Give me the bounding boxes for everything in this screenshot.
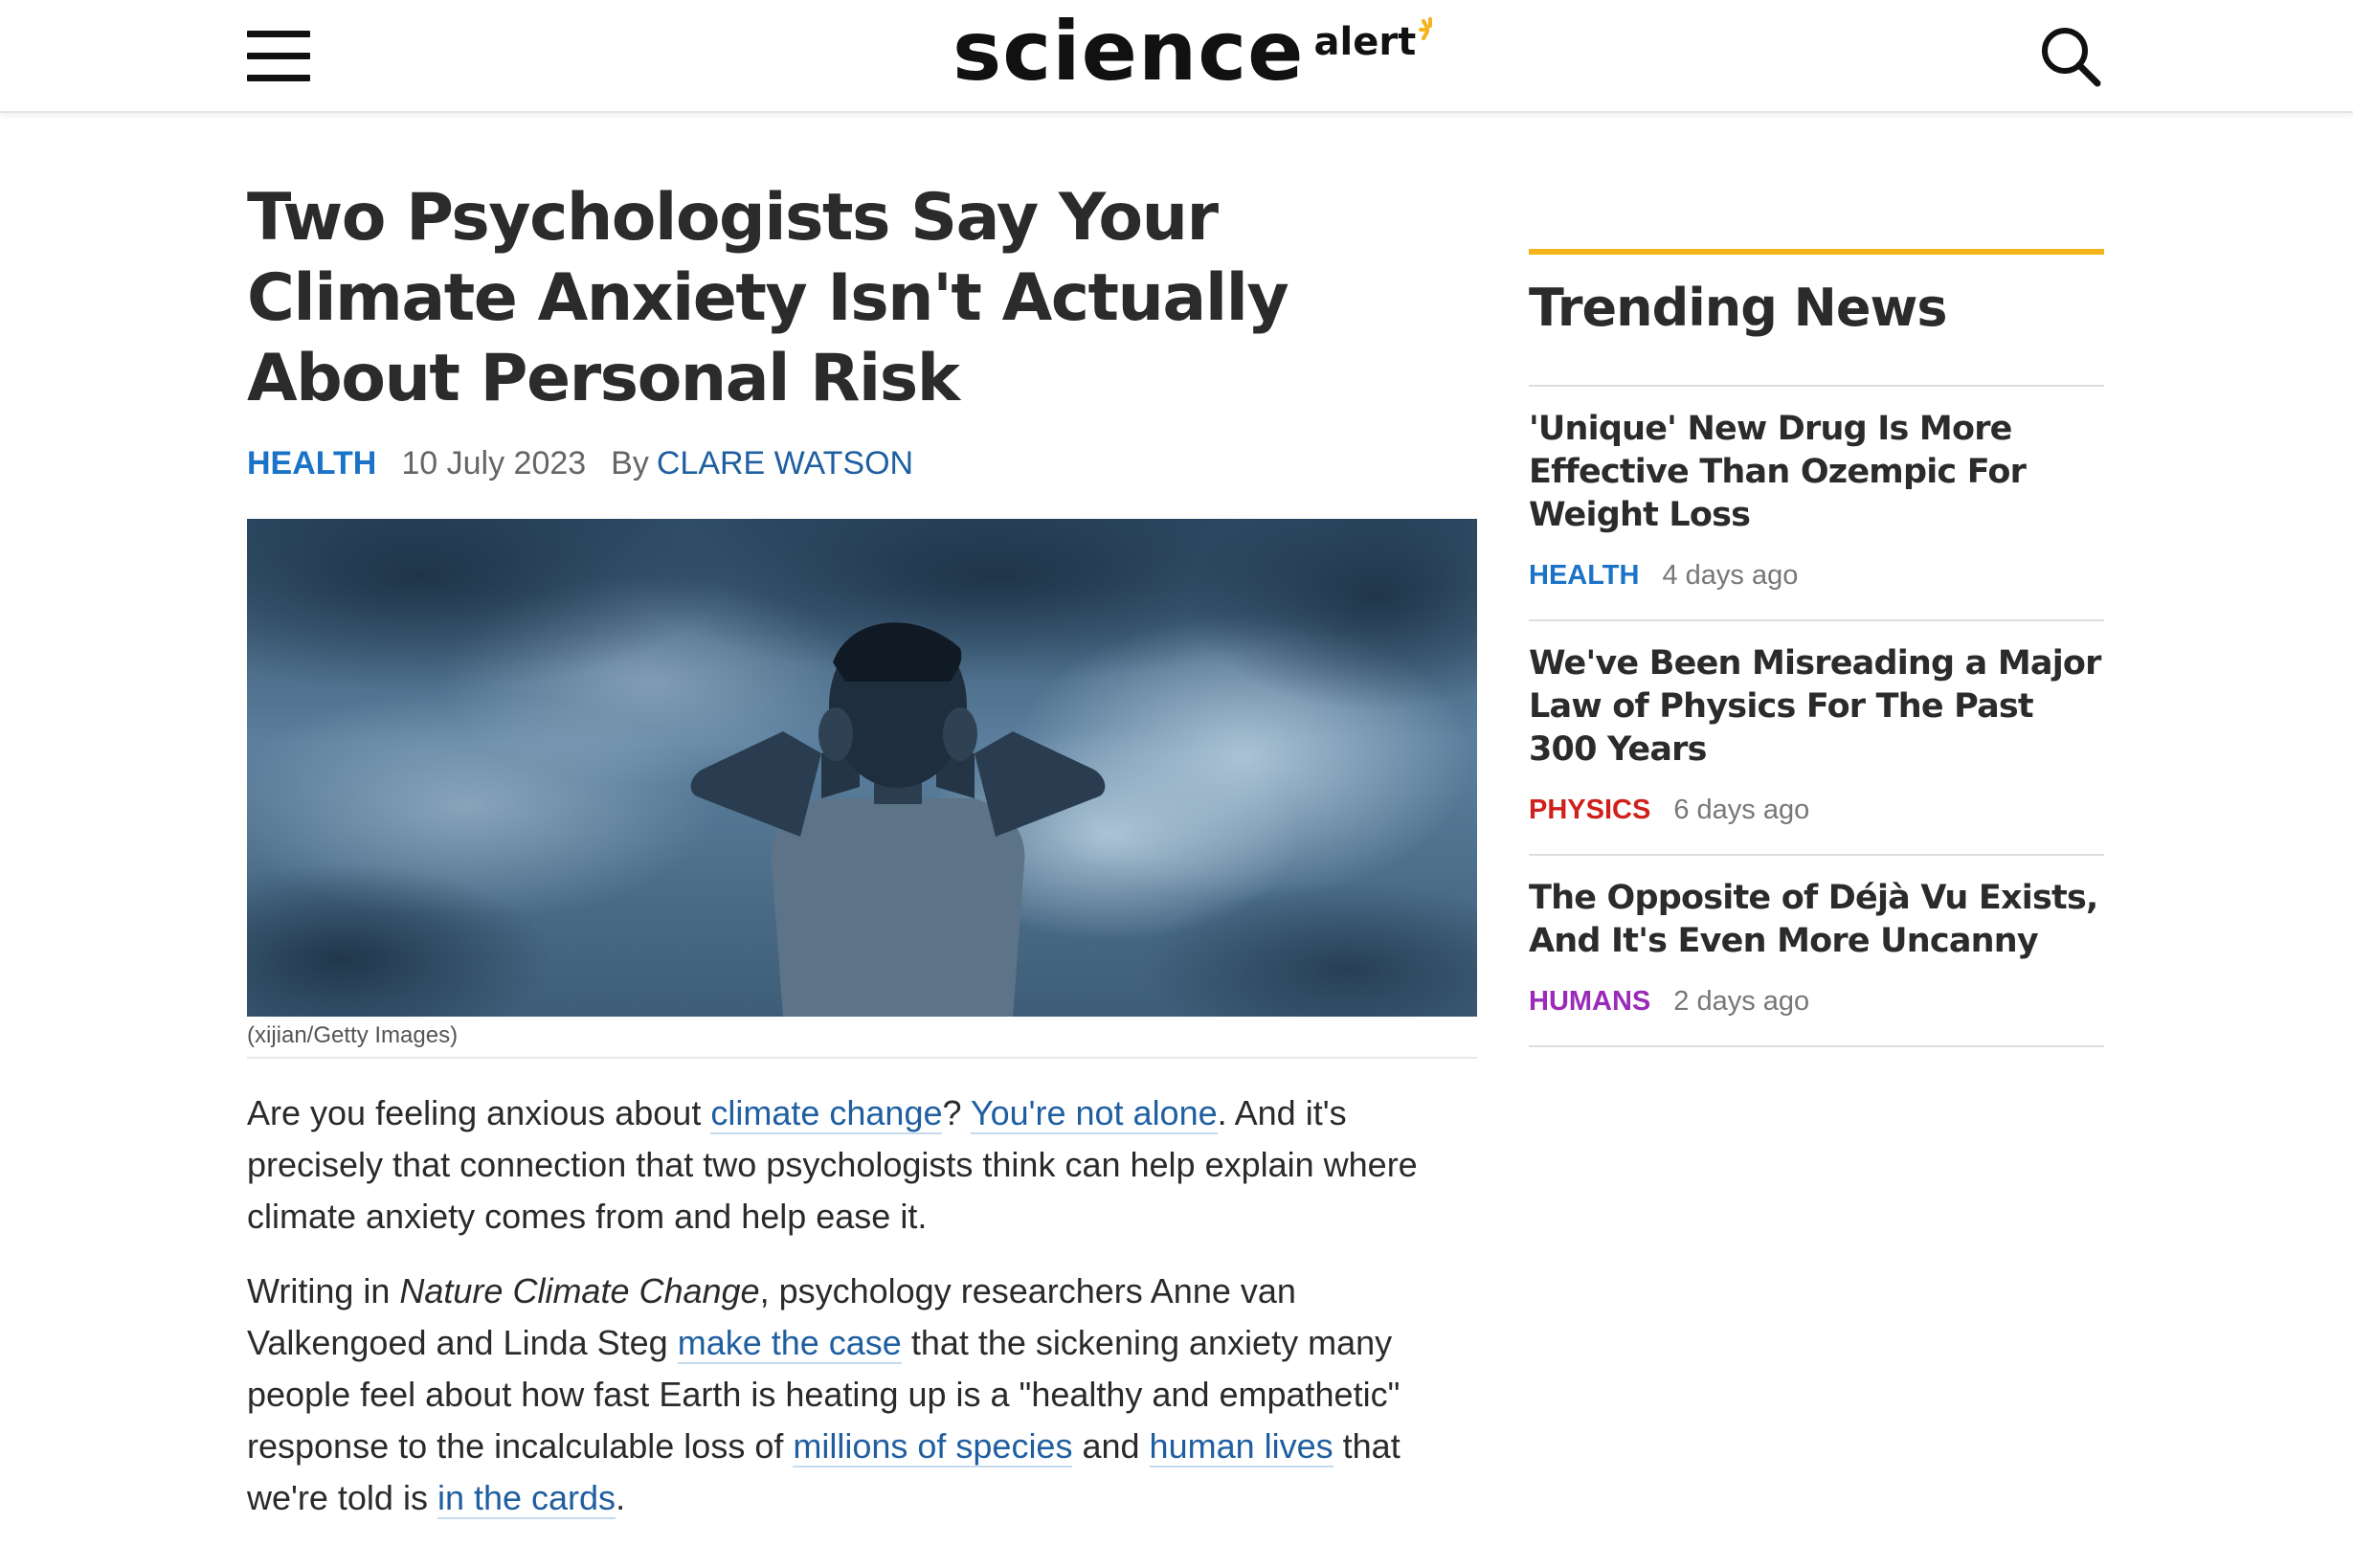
trending-item-meta: HEALTH 4 days ago <box>1529 558 2104 593</box>
inline-link[interactable]: make the case <box>677 1323 902 1364</box>
trending-list: 'Unique' New Drug Is More Effective Than… <box>1529 385 2104 1047</box>
article-body: Are you feeling anxious about climate ch… <box>247 1087 1477 1524</box>
inline-link[interactable]: in the cards <box>437 1478 616 1519</box>
trending-item-category[interactable]: HUMANS <box>1529 984 1650 1019</box>
inline-link[interactable]: climate change <box>710 1093 943 1134</box>
paragraph-text: Are you feeling anxious about <box>247 1093 711 1132</box>
trending-item-time: 4 days ago <box>1662 560 1799 591</box>
trending-item-title[interactable]: 'Unique' New Drug Is More Effective Than… <box>1529 408 2104 537</box>
byline-label: By <box>611 445 649 482</box>
trending-item-meta: PHYSICS 6 days ago <box>1529 793 2104 827</box>
sidebar-accent-bar <box>1529 249 2104 255</box>
sidebar-heading: Trending News <box>1529 278 1948 338</box>
trending-item-category[interactable]: HEALTH <box>1529 558 1639 593</box>
search-icon[interactable] <box>2039 25 2102 88</box>
image-caption: (xijian/Getty Images) <box>247 1022 1477 1059</box>
trending-item[interactable]: 'Unique' New Drug Is More Effective Than… <box>1529 387 2104 621</box>
trending-item-title[interactable]: The Opposite of Déjà Vu Exists, And It's… <box>1529 877 2104 963</box>
trending-item-category[interactable]: PHYSICS <box>1529 793 1650 827</box>
trending-item-time: 2 days ago <box>1673 986 1810 1017</box>
inline-link[interactable]: human lives <box>1149 1426 1333 1467</box>
journal-name: Nature Climate Change <box>399 1271 760 1310</box>
article-category-link[interactable]: HEALTH <box>247 442 376 484</box>
search-icon-graphic <box>2042 28 2101 87</box>
trending-item-title[interactable]: We've Been Misreading a Major Law of Phy… <box>1529 642 2104 772</box>
menu-line <box>247 53 310 59</box>
author-link[interactable]: CLARE WATSON <box>657 442 913 484</box>
article-title: Two Psychologists Say Your Climate Anxie… <box>247 180 1289 416</box>
paragraph-text: . <box>616 1478 626 1517</box>
paragraph-text: and <box>1072 1426 1150 1466</box>
hero-image <box>247 519 1477 1017</box>
menu-line <box>247 75 310 81</box>
trending-sidebar: Trending News 'Unique' New Drug Is More … <box>1529 249 2104 1047</box>
paragraph-text: Writing in <box>247 1271 400 1310</box>
trending-item[interactable]: The Opposite of Déjà Vu Exists, And It's… <box>1529 856 2104 1047</box>
inline-link[interactable]: millions of species <box>793 1426 1073 1467</box>
menu-line <box>247 31 310 37</box>
trending-item-time: 6 days ago <box>1673 795 1810 825</box>
inline-link[interactable]: You're not alone <box>970 1093 1218 1134</box>
site-header: science alert <box>0 0 2353 113</box>
logo-sub-text: alert <box>1313 20 1417 64</box>
article: Two Psychologists Say Your Climate Anxie… <box>247 178 1477 1547</box>
paragraph: Writing in Nature Climate Change, psycho… <box>247 1266 1477 1524</box>
paragraph: Are you feeling anxious about climate ch… <box>247 1087 1477 1243</box>
paragraph-text: ? <box>942 1093 971 1132</box>
site-logo[interactable]: science alert <box>952 4 1443 100</box>
trending-item-meta: HUMANS 2 days ago <box>1529 984 2104 1019</box>
article-meta: HEALTH 10 July 2023 By CLARE WATSON <box>247 442 1477 484</box>
star-burst-icon <box>1419 17 1433 40</box>
logo-main-text: science <box>952 4 1305 100</box>
trending-item[interactable]: We've Been Misreading a Major Law of Phy… <box>1529 621 2104 856</box>
hamburger-menu-icon[interactable] <box>247 29 310 84</box>
article-date: 10 July 2023 <box>401 445 587 482</box>
